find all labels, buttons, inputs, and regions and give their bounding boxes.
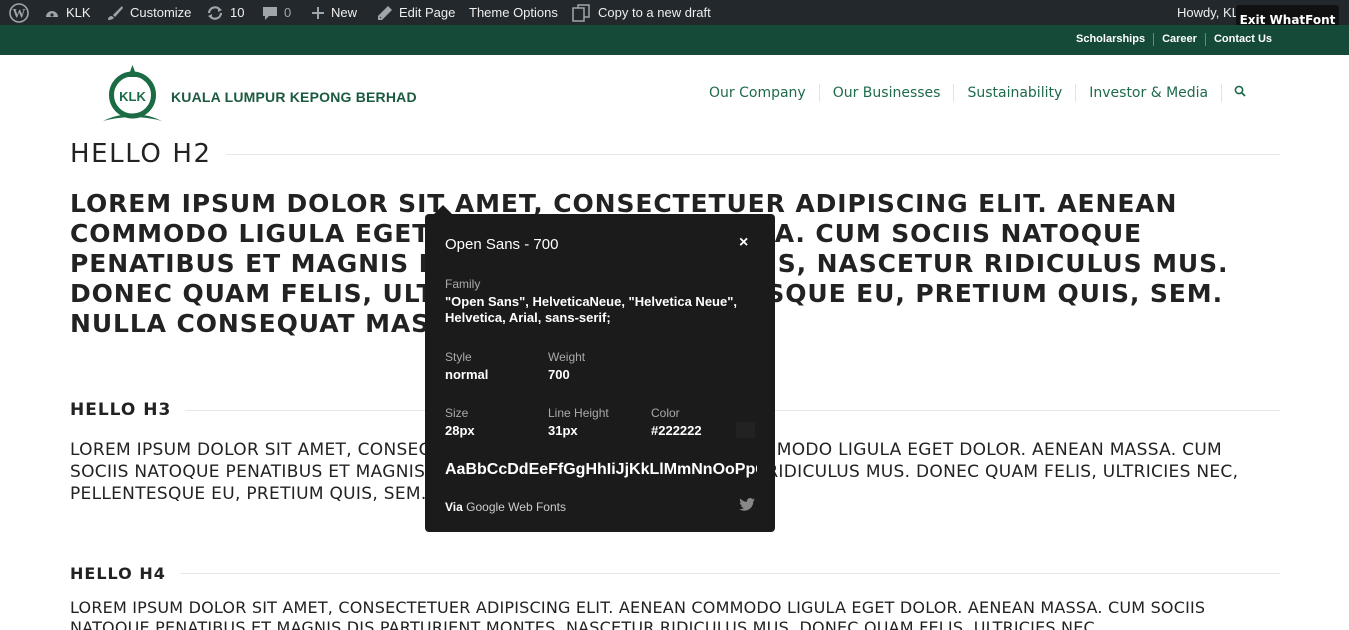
size-label: Size [445, 406, 469, 420]
nav-search-button[interactable] [1221, 84, 1258, 102]
svg-text:W: W [13, 5, 26, 20]
h4-row: HELLO H4 [70, 563, 1280, 583]
comment-icon [262, 5, 278, 21]
logo-text: KUALA LUMPUR KEPONG BERHAD [171, 89, 417, 105]
whatfont-panel: Open Sans - 700 × Family "Open Sans", He… [425, 214, 775, 532]
updates-link[interactable]: 10 [206, 0, 244, 25]
color-swatch [736, 422, 755, 438]
heading-h2: HELLO H2 [70, 139, 212, 169]
edit-page-link[interactable]: Edit Page [377, 0, 455, 25]
brush-icon [106, 5, 124, 21]
nav-investor-media[interactable]: Investor & Media [1075, 84, 1221, 102]
updates-count: 10 [230, 5, 245, 20]
family-value: "Open Sans", HelveticaNeue, "Helvetica N… [445, 294, 737, 325]
edit-page-label: Edit Page [399, 5, 456, 20]
whatfont-panel-pointer [434, 205, 452, 214]
top-bar: Scholarships Career Contact Us [0, 25, 1349, 55]
new-content-menu[interactable]: New [311, 0, 357, 25]
h4-paragraph: LOREM IPSUM DOLOR SIT AMET, CONSECTETUER… [70, 598, 1206, 630]
svg-text:KLK: KLK [119, 89, 146, 104]
weight-value: 700 [548, 367, 570, 382]
customize-link[interactable]: Customize [106, 0, 191, 25]
top-links: Scholarships Career Contact Us [1068, 33, 1280, 46]
color-label: Color [651, 406, 680, 420]
h4-divider [179, 572, 1280, 574]
toplink-career[interactable]: Career [1153, 33, 1205, 46]
theme-options-link[interactable]: Theme Options [469, 0, 558, 25]
copy-draft-link[interactable]: Copy to a new draft [572, 0, 711, 25]
toplink-contact-us[interactable]: Contact Us [1204, 33, 1280, 46]
copy-draft-label: Copy to a new draft [598, 5, 711, 20]
twitter-icon[interactable] [739, 498, 755, 516]
h2-row: HELLO H2 [70, 138, 1280, 170]
admin-bar: W KLK Customize 10 0 New Edit Page Theme… [0, 0, 1349, 25]
weight-label: Weight [548, 350, 586, 364]
line-height-value: 31px [548, 423, 578, 438]
site-name: KLK [66, 5, 91, 20]
customize-label: Customize [130, 5, 192, 20]
heading-h3: HELLO H3 [70, 400, 172, 420]
nav-our-businesses[interactable]: Our Businesses [818, 84, 954, 102]
via-prefix: Via [445, 500, 463, 514]
dashboard-icon [44, 5, 60, 21]
search-icon [1234, 85, 1246, 101]
font-sample-text: AaBbCcDdEeFfGgHhIiJjKkLlMmNnOoPpQ [445, 461, 757, 478]
via-source-link[interactable]: Google Web Fonts [466, 500, 566, 514]
family-label: Family [445, 277, 481, 291]
copy-icon [572, 3, 592, 22]
style-value: normal [445, 367, 489, 382]
whatfont-close-button[interactable]: × [739, 234, 748, 252]
toplink-scholarships[interactable]: Scholarships [1068, 33, 1153, 46]
nav-our-company[interactable]: Our Company [696, 84, 819, 102]
theme-options-label: Theme Options [469, 5, 558, 20]
main-nav: Our Company Our Businesses Sustainabilit… [696, 84, 1258, 102]
wordpress-logo-icon: W [9, 2, 29, 23]
plus-icon [311, 6, 325, 20]
pencil-icon [377, 5, 393, 21]
line-height-label: Line Height [548, 406, 609, 420]
style-label: Style [445, 350, 472, 364]
klk-emblem-icon: KLK [101, 63, 164, 129]
font-source: Via Google Web Fonts [445, 500, 566, 514]
site-logo[interactable]: KLK KUALA LUMPUR KEPONG BERHAD [101, 63, 417, 129]
updates-icon [206, 5, 224, 21]
nav-sustainability[interactable]: Sustainability [953, 84, 1075, 102]
comments-link[interactable]: 0 [262, 0, 291, 25]
whatfont-title: Open Sans - 700 [445, 236, 559, 253]
new-label: New [331, 5, 358, 20]
color-value: #222222 [651, 423, 702, 438]
site-name-menu[interactable]: KLK [44, 0, 91, 25]
heading-h4: HELLO H4 [70, 563, 166, 583]
comments-count: 0 [284, 5, 292, 20]
wordpress-menu[interactable]: W [9, 0, 29, 25]
h2-divider [225, 153, 1280, 155]
size-value: 28px [445, 423, 475, 438]
